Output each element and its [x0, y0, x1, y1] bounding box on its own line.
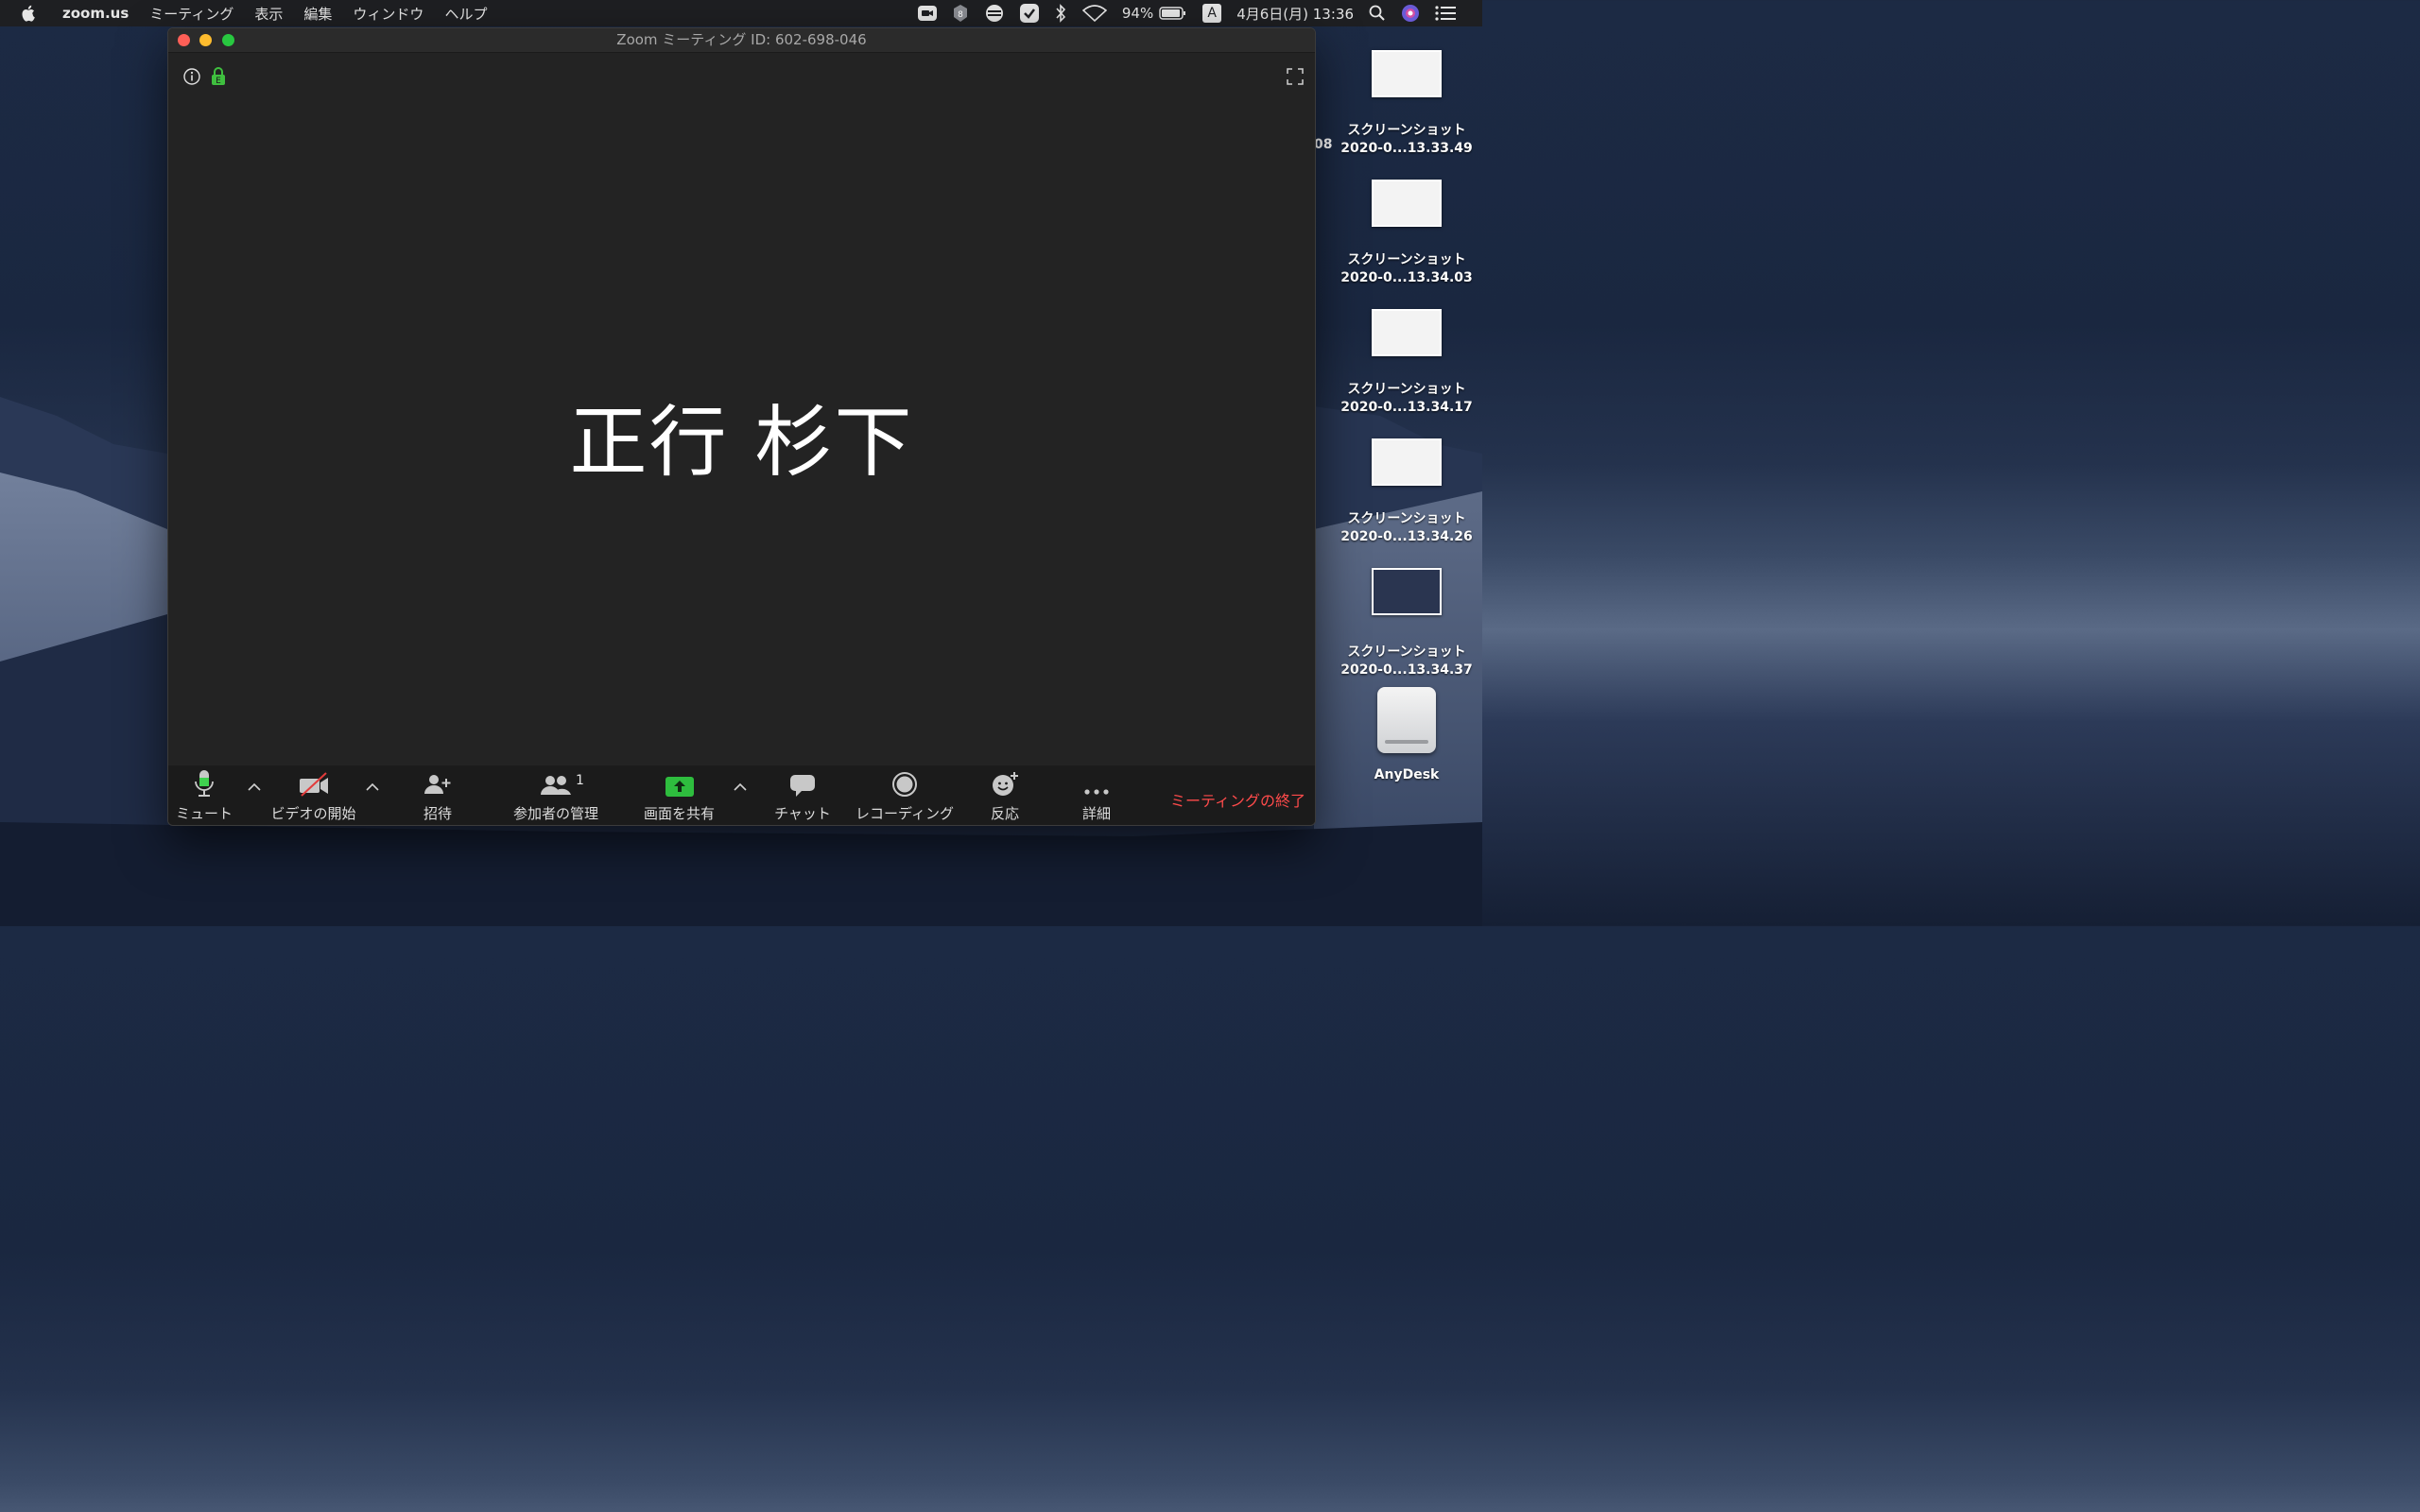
desktop-file-screenshot-3[interactable]: スクリーンショット 2020-0...13.34.17: [1336, 309, 1478, 417]
minimize-window-button[interactable]: [199, 34, 212, 46]
participant-count-badge: 1: [576, 773, 584, 788]
input-source-label: A: [1202, 4, 1222, 23]
notification-badge-count: 8: [958, 10, 963, 20]
partial-desktop-label: 08: [1314, 137, 1333, 152]
sync-icon[interactable]: [984, 4, 1005, 23]
menu-meeting[interactable]: ミーティング: [149, 4, 233, 24]
chat-bubble-icon: [790, 775, 815, 797]
end-meeting-button[interactable]: ミーティングの終了: [1170, 788, 1305, 811]
video-options-chevron-icon[interactable]: [365, 782, 380, 792]
file-thumbnail: [1372, 568, 1442, 615]
share-screen-icon: [665, 777, 694, 797]
zoom-status-icon[interactable]: [917, 5, 937, 22]
add-user-icon: [424, 775, 451, 794]
fullscreen-icon[interactable]: [1287, 68, 1304, 85]
manage-participants-button[interactable]: 参加者の管理: [507, 765, 605, 825]
meeting-info-icon[interactable]: [183, 68, 200, 85]
spotlight-search-icon[interactable]: [1369, 5, 1386, 22]
menubar-clock[interactable]: 4月6日(月) 13:36: [1236, 4, 1354, 24]
wifi-icon[interactable]: [1081, 5, 1107, 22]
battery-icon[interactable]: [1159, 6, 1187, 21]
record-icon: [892, 772, 917, 797]
file-thumbnail: [1372, 180, 1442, 227]
file-name-line1: スクリーンショット: [1347, 644, 1466, 660]
desktop-drive-anydesk[interactable]: AnyDesk: [1336, 687, 1478, 784]
file-thumbnail: [1372, 438, 1442, 486]
close-window-button[interactable]: [178, 34, 190, 46]
window-titlebar[interactable]: Zoom ミーティング ID: 602-698-046: [168, 28, 1315, 53]
file-name-line1: スクリーンショット: [1347, 252, 1466, 267]
more-options-label: 詳細: [1081, 805, 1111, 822]
bluetooth-icon[interactable]: [1054, 4, 1067, 23]
battery-percent: 94%: [1121, 5, 1154, 22]
checkmark-app-icon[interactable]: [1019, 4, 1039, 23]
menu-view[interactable]: 表示: [254, 4, 283, 24]
recording-button[interactable]: レコーディング: [854, 765, 956, 825]
emoji-reaction-icon: [993, 772, 1018, 796]
more-options-button[interactable]: 詳細: [1068, 765, 1125, 825]
start-video-label: ビデオの開始: [270, 805, 356, 822]
siri-icon[interactable]: [1401, 4, 1420, 23]
reactions-button[interactable]: 反応: [977, 765, 1033, 825]
mute-button[interactable]: ミュート: [176, 765, 233, 825]
microphone-icon: [195, 770, 214, 797]
file-name-line2: 2020-0...13.34.37: [1340, 662, 1473, 678]
zoom-meeting-window: Zoom ミーティング ID: 602-698-046 E 正行 杉下 ミュート…: [167, 27, 1316, 826]
manage-participants-label: 参加者の管理: [512, 805, 598, 822]
invite-button[interactable]: 招待: [409, 765, 466, 825]
mute-label: ミュート: [176, 805, 233, 822]
drive-icon: [1377, 687, 1436, 753]
share-screen-label: 画面を共有: [643, 805, 715, 822]
desktop-file-screenshot-4[interactable]: スクリーンショット 2020-0...13.34.26: [1336, 438, 1478, 546]
menu-edit[interactable]: 編集: [303, 4, 332, 24]
apple-menu-icon[interactable]: [21, 5, 45, 22]
input-source-icon[interactable]: A: [1202, 4, 1222, 23]
status-area: 8 94% A 4月6日(月) 13:36: [917, 0, 1482, 26]
start-video-button[interactable]: ビデオの開始: [268, 765, 358, 825]
file-name-line2: 2020-0...13.34.17: [1340, 400, 1473, 415]
chat-label: チャット: [774, 805, 831, 822]
file-name-line2: 2020-0...13.33.49: [1340, 141, 1473, 156]
app-menu-zoom[interactable]: zoom.us: [62, 5, 129, 22]
file-name-line2: 2020-0...13.34.26: [1340, 529, 1473, 544]
recording-label: レコーディング: [856, 805, 954, 822]
file-thumbnail: [1372, 309, 1442, 356]
invite-label: 招待: [423, 805, 452, 822]
window-title: Zoom ミーティング ID: 602-698-046: [616, 31, 867, 48]
maximize-window-button[interactable]: [222, 34, 234, 46]
file-name-line1: スクリーンショット: [1347, 511, 1466, 526]
share-options-chevron-icon[interactable]: [733, 782, 748, 792]
menu-window[interactable]: ウィンドウ: [353, 4, 424, 24]
participant-name-display: 正行 杉下: [569, 398, 914, 488]
file-name-line2: 2020-0...13.34.03: [1340, 270, 1473, 285]
notification-center-icon[interactable]: [1435, 6, 1456, 21]
reactions-label: 反応: [990, 805, 1019, 822]
meeting-toolbar: ミュート ビデオの開始 招待 参加者の管理 1 画面を共有 チャット レコーディ…: [168, 765, 1315, 825]
more-dots-icon: [1084, 789, 1109, 795]
share-screen-button[interactable]: 画面を共有: [635, 765, 723, 825]
desktop-file-screenshot-1[interactable]: スクリーンショット 2020-0...13.33.49: [1336, 50, 1478, 158]
video-camera-off-icon: [299, 772, 328, 797]
audio-options-chevron-icon[interactable]: [247, 782, 262, 792]
desktop-file-screenshot-2[interactable]: スクリーンショット 2020-0...13.34.03: [1336, 180, 1478, 287]
participants-icon: [541, 776, 571, 795]
file-name-line1: スクリーンショット: [1347, 382, 1466, 397]
encryption-lock-icon[interactable]: E: [211, 67, 226, 86]
chat-button[interactable]: チャット: [769, 765, 836, 825]
svg-text:E: E: [216, 77, 221, 86]
drive-label: AnyDesk: [1374, 767, 1440, 782]
desktop-file-screenshot-5[interactable]: スクリーンショット 2020-0...13.34.37: [1336, 568, 1478, 679]
menu-help[interactable]: ヘルプ: [444, 4, 487, 24]
menu-bar: zoom.us ミーティング 表示 編集 ウィンドウ ヘルプ 8 94% A 4…: [0, 0, 1482, 26]
file-name-line1: スクリーンショット: [1347, 123, 1466, 138]
notification-badge-icon[interactable]: 8: [952, 4, 969, 23]
file-thumbnail: [1372, 50, 1442, 97]
